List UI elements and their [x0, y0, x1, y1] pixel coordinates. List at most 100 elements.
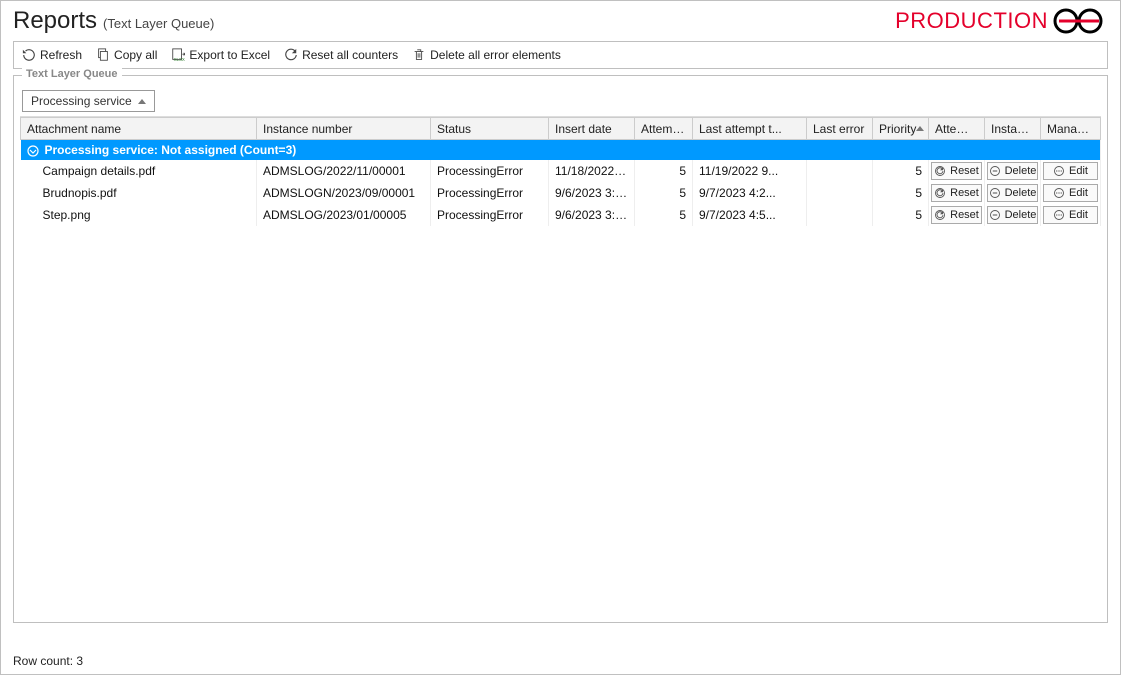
cell-priority: 5 — [873, 160, 929, 182]
reset-icon — [934, 209, 946, 221]
page-subtitle: (Text Layer Queue) — [103, 16, 214, 31]
delete-button[interactable]: Delete — [987, 206, 1038, 224]
col-instance[interactable]: Instance — [985, 118, 1041, 140]
cell-priority: 5 — [873, 182, 929, 204]
cell-last-attempt: 9/7/2023 4:5... — [693, 204, 807, 226]
page-title: Reports — [13, 7, 97, 35]
col-attempts[interactable]: Attemp... — [635, 118, 693, 140]
edit-button[interactable]: Edit — [1043, 162, 1098, 180]
col-status[interactable]: Status — [431, 118, 549, 140]
cell-instance-number: ADMSLOG/2022/11/00001 — [257, 160, 431, 182]
cell-instance-number: ADMSLOGN/2023/09/00001 — [257, 182, 431, 204]
cell-last-attempt: 11/19/2022 9... — [693, 160, 807, 182]
group-row-text: Processing service: Not assigned (Count=… — [45, 143, 297, 157]
group-row[interactable]: Processing service: Not assigned (Count=… — [21, 140, 1101, 160]
copy-icon — [96, 48, 110, 62]
cell-attempts: 5 — [635, 182, 693, 204]
reset-icon — [934, 165, 946, 177]
cell-attachment: Step.png — [21, 204, 257, 226]
edit-button-cell: Edit — [1041, 182, 1101, 204]
brand-logo-icon — [1052, 7, 1108, 35]
cell-insert-date: 9/6/2023 3:4... — [549, 204, 635, 226]
cell-instance-number: ADMSLOG/2023/01/00005 — [257, 204, 431, 226]
edit-button-cell: Edit — [1041, 160, 1101, 182]
col-manage[interactable]: Manage p... — [1041, 118, 1101, 140]
group-by-pill[interactable]: Processing service — [22, 90, 155, 112]
table-row[interactable]: Campaign details.pdfADMSLOG/2022/11/0000… — [21, 160, 1101, 182]
col-priority[interactable]: Priority — [873, 118, 929, 140]
col-insert-date[interactable]: Insert date — [549, 118, 635, 140]
cell-status: ProcessingError — [431, 160, 549, 182]
table-row[interactable]: Step.pngADMSLOG/2023/01/00005ProcessingE… — [21, 204, 1101, 226]
edit-button[interactable]: Edit — [1043, 206, 1098, 224]
row-count: Row count: 3 — [13, 654, 83, 668]
delete-button-cell: Delete — [985, 182, 1041, 204]
queue-fieldset: Text Layer Queue Processing service Atta… — [13, 75, 1108, 623]
cell-attempts: 5 — [635, 160, 693, 182]
cell-attempts: 5 — [635, 204, 693, 226]
cell-attachment: Campaign details.pdf — [21, 160, 257, 182]
delete-icon — [989, 165, 1001, 177]
col-last-attempt[interactable]: Last attempt t... — [693, 118, 807, 140]
reset-icon — [284, 48, 298, 62]
header: Reports (Text Layer Queue) PRODUCTION — [13, 7, 1108, 35]
cell-status: ProcessingError — [431, 182, 549, 204]
refresh-icon — [22, 48, 36, 62]
delete-button-cell: Delete — [985, 204, 1041, 226]
cell-attachment: Brudnopis.pdf — [21, 182, 257, 204]
reset-button-cell: Reset — [929, 182, 985, 204]
refresh-label: Refresh — [40, 48, 82, 62]
collapse-icon — [27, 145, 39, 157]
grid: Attachment name Instance number Status I… — [20, 116, 1101, 586]
sort-ascending-icon — [916, 126, 924, 131]
reset-counters-label: Reset all counters — [302, 48, 398, 62]
delete-button[interactable]: Delete — [987, 184, 1038, 202]
table-row[interactable]: Brudnopis.pdfADMSLOGN/2023/09/00001Proce… — [21, 182, 1101, 204]
cell-last-error — [807, 204, 873, 226]
cell-last-attempt: 9/7/2023 4:2... — [693, 182, 807, 204]
edit-button[interactable]: Edit — [1043, 184, 1098, 202]
reset-icon — [934, 187, 946, 199]
col-attempts-limit[interactable]: Attemp... — [929, 118, 985, 140]
app-frame: Reports (Text Layer Queue) PRODUCTION Re… — [0, 0, 1121, 675]
brand-text: PRODUCTION — [895, 8, 1048, 34]
trash-icon — [412, 48, 426, 62]
cell-priority: 5 — [873, 204, 929, 226]
column-header-row: Attachment name Instance number Status I… — [21, 118, 1101, 140]
edit-button-cell: Edit — [1041, 204, 1101, 226]
svg-text:XLSX: XLSX — [174, 57, 185, 62]
brand: PRODUCTION — [895, 7, 1108, 35]
refresh-button[interactable]: Refresh — [20, 46, 84, 64]
reset-button-cell: Reset — [929, 160, 985, 182]
sort-ascending-icon — [138, 99, 146, 104]
export-excel-button[interactable]: XLSX Export to Excel — [169, 46, 272, 64]
col-attachment[interactable]: Attachment name — [21, 118, 257, 140]
reset-button[interactable]: Reset — [931, 206, 982, 224]
fieldset-legend: Text Layer Queue — [22, 68, 122, 80]
group-by-label: Processing service — [31, 94, 132, 108]
copy-all-button[interactable]: Copy all — [94, 46, 159, 64]
more-icon — [1053, 165, 1065, 177]
delete-icon — [989, 209, 1001, 221]
cell-status: ProcessingError — [431, 204, 549, 226]
reset-counters-button[interactable]: Reset all counters — [282, 46, 400, 64]
cell-last-error — [807, 160, 873, 182]
reset-button[interactable]: Reset — [931, 184, 982, 202]
copy-all-label: Copy all — [114, 48, 157, 62]
cell-insert-date: 9/6/2023 3:1... — [549, 182, 635, 204]
export-excel-label: Export to Excel — [189, 48, 270, 62]
more-icon — [1053, 209, 1065, 221]
col-last-error[interactable]: Last error — [807, 118, 873, 140]
delete-button-cell: Delete — [985, 160, 1041, 182]
col-instance-number[interactable]: Instance number — [257, 118, 431, 140]
delete-errors-button[interactable]: Delete all error elements — [410, 46, 563, 64]
excel-icon: XLSX — [171, 48, 185, 62]
delete-errors-label: Delete all error elements — [430, 48, 561, 62]
toolbar: Refresh Copy all XLSX Export to Excel Re… — [13, 41, 1108, 69]
reset-button[interactable]: Reset — [931, 162, 982, 180]
cell-last-error — [807, 182, 873, 204]
reset-button-cell: Reset — [929, 204, 985, 226]
delete-button[interactable]: Delete — [987, 162, 1038, 180]
more-icon — [1053, 187, 1065, 199]
cell-insert-date: 11/18/2022 8... — [549, 160, 635, 182]
